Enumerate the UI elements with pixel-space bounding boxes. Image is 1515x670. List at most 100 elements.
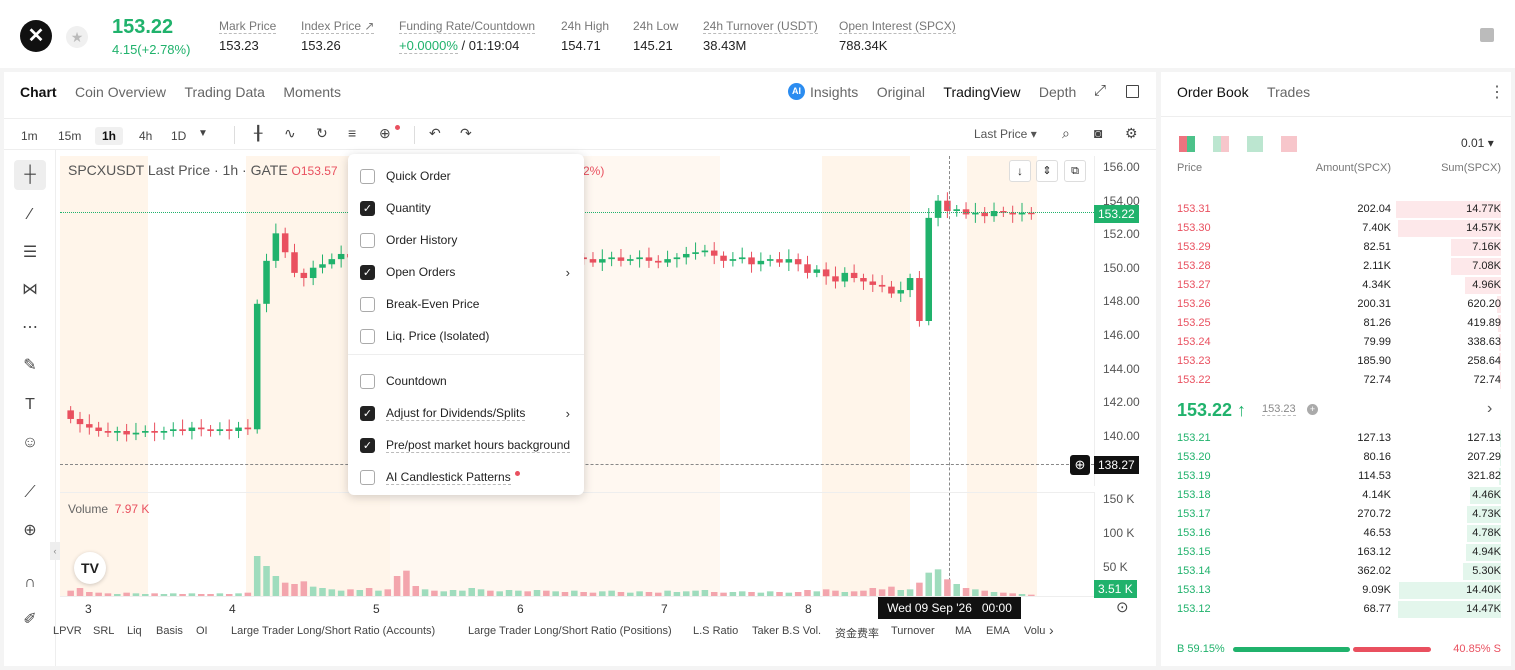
pattern-tool-icon[interactable]: ⋈: [14, 275, 46, 305]
layout-both-icon[interactable]: [1179, 136, 1195, 152]
favorite-star-icon[interactable]: ★: [66, 26, 88, 48]
tf-1m[interactable]: 1m: [14, 127, 45, 145]
undo-icon[interactable]: ↶: [429, 125, 441, 142]
tf-4h[interactable]: 4h: [132, 127, 159, 145]
bid-row[interactable]: 153.16 46.53 4.78K: [1161, 524, 1511, 543]
add-order-plus-icon[interactable]: ⊕: [1070, 455, 1090, 475]
checkbox[interactable]: ✓: [360, 405, 375, 421]
menu-item-ai-candlestick-patterns[interactable]: AI Candlestick Patterns: [360, 465, 572, 489]
bid-row[interactable]: 153.18 4.14K 4.46K: [1161, 486, 1511, 505]
ask-row[interactable]: 153.24 79.99 338.63: [1161, 333, 1511, 352]
bid-row[interactable]: 153.21 127.13 127.13: [1161, 429, 1511, 448]
menu-item-quick-order[interactable]: Quick Order: [360, 164, 572, 188]
trendline-tool-icon[interactable]: ⁄: [14, 200, 46, 230]
checkbox[interactable]: ✓: [360, 264, 375, 280]
layout-bids-icon[interactable]: [1247, 136, 1263, 152]
indicator-11[interactable]: MA: [955, 625, 972, 637]
indicator-3[interactable]: Basis: [156, 625, 183, 637]
chevron-right-icon[interactable]: ›: [1487, 400, 1492, 418]
indicators-icon[interactable]: ∿: [284, 125, 296, 142]
indicator-1[interactable]: SRL: [93, 625, 114, 637]
indicator-7[interactable]: L.S Ratio: [693, 625, 738, 637]
indicator-6[interactable]: Large Trader Long/Short Ratio (Positions…: [468, 625, 672, 637]
bid-row[interactable]: 153.19 114.53 321.82: [1161, 467, 1511, 486]
bid-row[interactable]: 153.17 270.72 4.73K: [1161, 505, 1511, 524]
ask-row[interactable]: 153.27 4.34K 4.96K: [1161, 276, 1511, 295]
layout-asks-icon[interactable]: [1281, 136, 1297, 152]
ask-row[interactable]: 153.25 81.26 419.89: [1161, 314, 1511, 333]
tab-tradingview[interactable]: TradingView: [943, 84, 1020, 100]
indicator-5[interactable]: Large Trader Long/Short Ratio (Accounts): [231, 625, 435, 637]
open-interest-label[interactable]: Open Interest (SPCX): [839, 19, 956, 34]
tab-coin-overview[interactable]: Coin Overview: [75, 84, 166, 100]
ruler-tool-icon[interactable]: ⟋: [14, 478, 46, 508]
indicator-4[interactable]: OI: [196, 625, 208, 637]
tab-trading-data[interactable]: Trading Data: [185, 84, 265, 100]
turnover-label[interactable]: 24h Turnover (USDT): [703, 19, 818, 34]
indicator-scroll-right-icon[interactable]: ›: [1049, 622, 1054, 638]
indicator-2[interactable]: Liq: [127, 625, 142, 637]
indicator-8[interactable]: Taker B.S Vol.: [752, 625, 821, 637]
timeframe-dropdown-icon[interactable]: ▼: [198, 128, 208, 139]
ask-row[interactable]: 153.26 200.31 620.20: [1161, 295, 1511, 314]
price-type-select[interactable]: Last Price ▾: [974, 127, 1037, 141]
scroll-down-icon[interactable]: ↓: [1009, 160, 1031, 182]
ask-row[interactable]: 153.28 2.11K 7.08K: [1161, 257, 1511, 276]
collapse-toolbar-icon[interactable]: ‹: [50, 542, 60, 560]
ask-row[interactable]: 153.29 82.51 7.16K: [1161, 238, 1511, 257]
ask-row[interactable]: 153.23 185.90 258.64: [1161, 352, 1511, 371]
ask-row[interactable]: 153.31 202.04 14.77K: [1161, 200, 1511, 219]
templates-icon[interactable]: ≡: [348, 125, 356, 141]
indicator-9[interactable]: 资金费率: [835, 625, 879, 641]
menu-item-liq-price-isolated[interactable]: Liq. Price (Isolated): [360, 324, 572, 348]
menu-item-break-even-price[interactable]: Break-Even Price: [360, 292, 572, 316]
tab-order-book[interactable]: Order Book: [1177, 84, 1249, 100]
checkbox[interactable]: [360, 373, 375, 389]
volume-plot[interactable]: [60, 492, 1094, 596]
bid-row[interactable]: 153.15 163.12 4.94K: [1161, 543, 1511, 562]
fib-tool-icon[interactable]: ☰: [14, 238, 46, 268]
candle-type-icon[interactable]: ╂: [254, 125, 262, 142]
axis-settings-icon[interactable]: ⊙: [1116, 598, 1129, 616]
checkbox[interactable]: ✓: [360, 200, 375, 216]
bid-row[interactable]: 153.20 80.16 207.29: [1161, 448, 1511, 467]
index-price-label[interactable]: Index Price ↗: [301, 19, 375, 34]
ask-row[interactable]: 153.30 7.40K 14.57K: [1161, 219, 1511, 238]
bid-row[interactable]: 153.14 362.02 5.30K: [1161, 562, 1511, 581]
camera-icon[interactable]: ◙: [1094, 125, 1102, 141]
projection-tool-icon[interactable]: ⋯: [14, 313, 46, 343]
ask-row[interactable]: 153.22 72.74 72.74: [1161, 371, 1511, 390]
text-tool-icon[interactable]: T: [14, 390, 46, 420]
menu-item-adjust-for-dividends-splits[interactable]: ✓ Adjust for Dividends/Splits ›: [360, 401, 572, 425]
indicator-13[interactable]: Volu: [1024, 625, 1045, 637]
magnet-tool-icon[interactable]: ∩: [14, 568, 46, 598]
search-icon[interactable]: ⌕: [1062, 125, 1070, 142]
tab-depth[interactable]: Depth: [1039, 84, 1076, 100]
tab-trades[interactable]: Trades: [1267, 84, 1310, 100]
checkbox[interactable]: [360, 469, 375, 485]
tf-1h[interactable]: 1h: [95, 127, 124, 145]
precision-select[interactable]: 0.01 ▾: [1461, 136, 1494, 150]
funding-rate-label[interactable]: Funding Rate/Countdown: [399, 19, 536, 34]
indicator-0[interactable]: LPVR: [53, 625, 82, 637]
checkbox[interactable]: [360, 168, 375, 184]
indicator-12[interactable]: EMA: [986, 625, 1010, 637]
zoom-tool-icon[interactable]: ⊕: [14, 516, 46, 546]
replay-icon[interactable]: ↻: [316, 125, 328, 142]
indicator-10[interactable]: Turnover: [891, 625, 935, 637]
checkbox[interactable]: [360, 296, 375, 312]
checkbox[interactable]: [360, 232, 375, 248]
checkbox[interactable]: [360, 328, 375, 344]
checkbox[interactable]: ✓: [360, 437, 375, 453]
bid-row[interactable]: 153.13 9.09K 14.40K: [1161, 581, 1511, 600]
fullscreen-icon[interactable]: ⤢: [1094, 82, 1106, 99]
gear-icon[interactable]: ⚙: [1125, 125, 1138, 142]
bid-row[interactable]: 153.12 68.77 14.47K: [1161, 600, 1511, 619]
more-options-icon[interactable]: ⋮: [1489, 82, 1505, 102]
tf-15m[interactable]: 15m: [51, 127, 88, 145]
menu-item-quantity[interactable]: ✓ Quantity: [360, 196, 572, 220]
mark-price-label[interactable]: Mark Price: [219, 19, 277, 34]
window-icon[interactable]: [1126, 85, 1139, 98]
layout-split-icon[interactable]: [1213, 136, 1229, 152]
tab-chart[interactable]: Chart: [20, 84, 57, 100]
